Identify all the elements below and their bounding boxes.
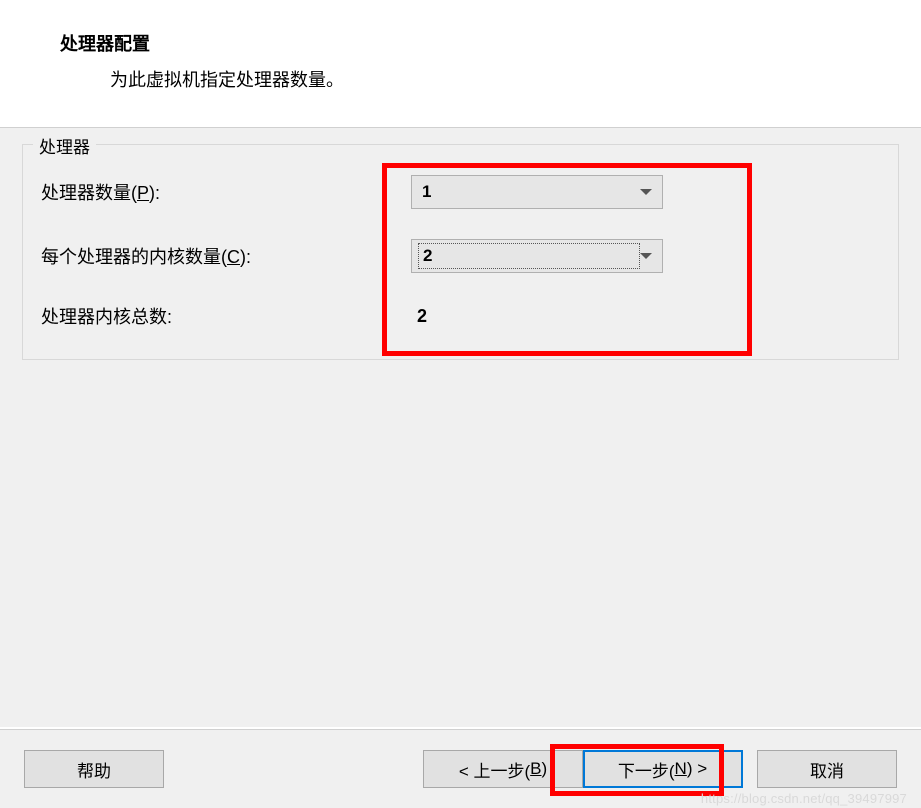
watermark: https://blog.csdn.net/qq_39497997 <box>701 791 907 806</box>
processor-count-value: 1 <box>422 182 640 202</box>
label-processor-count: 处理器数量(P): <box>41 179 411 205</box>
label-cores-per-processor: 每个处理器的内核数量(C): <box>41 243 411 269</box>
row-cores-per-processor: 每个处理器的内核数量(C): 2 <box>41 239 880 273</box>
chevron-down-icon <box>640 189 652 195</box>
page-subtitle: 为此虚拟机指定处理器数量。 <box>60 66 861 92</box>
next-button[interactable]: 下一步(N) > <box>583 750 743 788</box>
row-total-cores: 处理器内核总数: 2 <box>41 303 880 329</box>
back-button[interactable]: < 上一步(B) <box>423 750 583 788</box>
label-total-cores: 处理器内核总数: <box>41 303 411 329</box>
fieldset-legend: 处理器 <box>33 133 96 158</box>
main-panel: 处理器 处理器数量(P): 1 每个处理器的内核数量(C): 2 处理器内核总数… <box>0 127 921 727</box>
cores-per-processor-value: 2 <box>418 243 640 269</box>
cores-per-processor-select[interactable]: 2 <box>411 239 663 273</box>
cancel-button[interactable]: 取消 <box>757 750 897 788</box>
processor-fieldset: 处理器 处理器数量(P): 1 每个处理器的内核数量(C): 2 处理器内核总数… <box>22 144 899 360</box>
processor-count-select[interactable]: 1 <box>411 175 663 209</box>
page-title: 处理器配置 <box>60 30 861 56</box>
help-button[interactable]: 帮助 <box>24 750 164 788</box>
total-cores-value: 2 <box>411 306 427 327</box>
row-processor-count: 处理器数量(P): 1 <box>41 175 880 209</box>
chevron-down-icon <box>640 253 652 259</box>
